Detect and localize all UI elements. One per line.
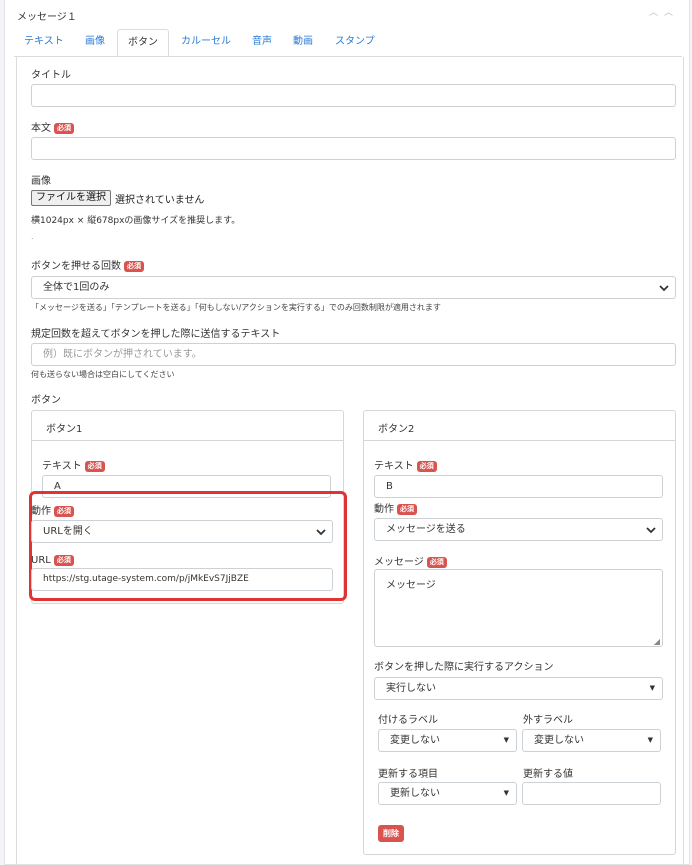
press-count-label: ボタンを押せる回数 必須 bbox=[31, 257, 144, 272]
button2-card: ボタン2 テキスト 必須 B 動作 必須 メッセージを送る メッセージ 必須 メッセー… bbox=[363, 410, 676, 855]
remove-label-value: 変更しない bbox=[534, 735, 584, 746]
button1-text-label: テキスト 必須 bbox=[42, 457, 105, 472]
title-label: タイトル bbox=[31, 70, 71, 81]
button2-exec-action-select[interactable]: 実行しない ▼ bbox=[374, 677, 663, 700]
press-count-select[interactable]: 全体で1回のみ bbox=[31, 276, 676, 299]
panel-title: メッセージ１ bbox=[17, 12, 77, 23]
update-value-label: 更新する値 bbox=[523, 769, 573, 780]
button2-action-select[interactable]: メッセージを送る bbox=[374, 518, 663, 541]
required-badge: 必須 bbox=[124, 261, 144, 272]
add-label-value: 変更しない bbox=[390, 735, 440, 746]
button1-action-label: 動作 必須 bbox=[31, 502, 74, 517]
update-item-label: 更新する項目 bbox=[378, 769, 438, 780]
button2-text-input[interactable]: B bbox=[374, 475, 663, 498]
caret-down-icon: ▼ bbox=[503, 736, 509, 744]
button2-exec-action-label: ボタンを押した際に実行するアクション bbox=[374, 662, 554, 673]
chevron-down-icon bbox=[646, 527, 656, 534]
chevron-down-icon bbox=[316, 529, 326, 536]
required-badge: 必須 bbox=[54, 123, 74, 134]
collapse-icons[interactable]: ︿︿ bbox=[649, 5, 679, 18]
add-label-select[interactable]: 変更しない ▼ bbox=[378, 729, 517, 752]
required-badge: 必須 bbox=[84, 461, 105, 472]
press-count-help: 「メッセージを送る」「テンプレートを送る」「何もしない/アクションを実行する」で… bbox=[31, 303, 441, 312]
tab-button[interactable]: ボタン bbox=[117, 29, 169, 57]
button2-text-label: テキスト 必須 bbox=[374, 457, 437, 472]
image-label: 画像 bbox=[31, 176, 51, 187]
tab-video[interactable]: 動画 bbox=[283, 29, 323, 57]
button2-message-label-text: メッセージ bbox=[374, 557, 424, 568]
add-label-label: 付けるラベル bbox=[378, 715, 438, 726]
button2-action-label: 動作 必須 bbox=[374, 500, 417, 515]
tab-image[interactable]: 画像 bbox=[75, 29, 115, 57]
panel-header: メッセージ１ ︿︿ bbox=[11, 0, 685, 26]
update-item-value: 更新しない bbox=[390, 788, 440, 799]
button2-text-label-text: テキスト bbox=[374, 461, 414, 472]
button1-text-label-text: テキスト bbox=[42, 461, 82, 472]
button2-action-value: メッセージを送る bbox=[386, 524, 466, 535]
button1-url-label-text: URL bbox=[31, 555, 51, 566]
button2-exec-action-value: 実行しない bbox=[386, 683, 436, 694]
file-status: 選択されていません bbox=[115, 194, 205, 206]
button2-action-label-text: 動作 bbox=[374, 504, 394, 515]
over-text-help: 何も送らない場合は空白にしてください bbox=[31, 370, 175, 379]
required-badge: 必須 bbox=[397, 504, 417, 515]
caret-down-icon: ▼ bbox=[649, 684, 655, 692]
tab-carousel[interactable]: カルーセル bbox=[171, 29, 241, 57]
update-value-input[interactable] bbox=[522, 782, 661, 805]
button1-action-select[interactable]: URLを開く bbox=[31, 520, 333, 543]
tab-text[interactable]: テキスト bbox=[14, 29, 74, 57]
body-label-text: 本文 bbox=[31, 123, 51, 134]
button2-message-value: メッセージ bbox=[386, 580, 436, 591]
image-hint: 横1024px × 縦678pxの画像サイズを推奨します。 bbox=[31, 216, 241, 226]
remove-label-select[interactable]: 変更しない ▼ bbox=[522, 729, 661, 752]
caret-down-icon: ▼ bbox=[647, 736, 653, 744]
button2-message-textarea[interactable]: メッセージ ◢ bbox=[374, 569, 663, 647]
button-tab-content: タイトル 本文 必須 画像 ファイルを選択 選択されていません 横1024px ×… bbox=[16, 57, 684, 865]
button1-card-header: ボタン1 bbox=[32, 411, 343, 441]
required-badge: 必須 bbox=[53, 555, 74, 566]
button2-title: ボタン2 bbox=[378, 424, 415, 435]
required-badge: 必須 bbox=[426, 557, 447, 568]
button1-url-label: URL 必須 bbox=[31, 555, 74, 566]
message-type-tabs: テキスト 画像 ボタン カルーセル 音声 動画 スタンプ bbox=[14, 29, 682, 57]
button1-url-input[interactable]: https://stg.utage-system.com/p/jMkEvS7Jj… bbox=[31, 568, 333, 591]
body-input[interactable] bbox=[31, 137, 676, 160]
image-dot: . bbox=[31, 232, 34, 241]
required-badge: 必須 bbox=[416, 461, 437, 472]
button2-message-label: メッセージ 必須 bbox=[374, 553, 447, 568]
press-count-label-text: ボタンを押せる回数 bbox=[31, 261, 121, 272]
tab-audio[interactable]: 音声 bbox=[242, 29, 282, 57]
body-label: 本文 必須 bbox=[31, 119, 74, 134]
highlight-box: 動作 必須 URLを開く URL 必須 https://stg.utage-syst… bbox=[29, 491, 347, 601]
delete-button[interactable]: 削除 bbox=[378, 825, 404, 842]
file-picker: ファイルを選択 選択されていません bbox=[31, 190, 204, 206]
button1-title: ボタン1 bbox=[46, 424, 83, 435]
tab-stamp[interactable]: スタンプ bbox=[325, 29, 385, 57]
required-badge: 必須 bbox=[54, 506, 74, 517]
chevron-down-icon bbox=[659, 285, 669, 292]
buttons-label: ボタン bbox=[31, 395, 61, 406]
file-select-button[interactable]: ファイルを選択 bbox=[31, 190, 111, 206]
over-text-label: 規定回数を超えてボタンを押した際に送信するテキスト bbox=[31, 329, 281, 340]
button2-card-header: ボタン2 bbox=[364, 411, 675, 441]
button1-action-label-text: 動作 bbox=[31, 506, 51, 517]
update-item-select[interactable]: 更新しない ▼ bbox=[378, 782, 517, 805]
remove-label-label: 外すラベル bbox=[523, 715, 573, 726]
over-text-input[interactable]: 例）既にボタンが押されています。 bbox=[31, 343, 676, 366]
press-count-value: 全体で1回のみ bbox=[43, 282, 110, 293]
button1-action-value: URLを開く bbox=[43, 526, 93, 537]
caret-down-icon: ▼ bbox=[503, 789, 509, 797]
title-input[interactable] bbox=[31, 84, 676, 107]
resize-handle-icon[interactable]: ◢ bbox=[654, 637, 660, 646]
